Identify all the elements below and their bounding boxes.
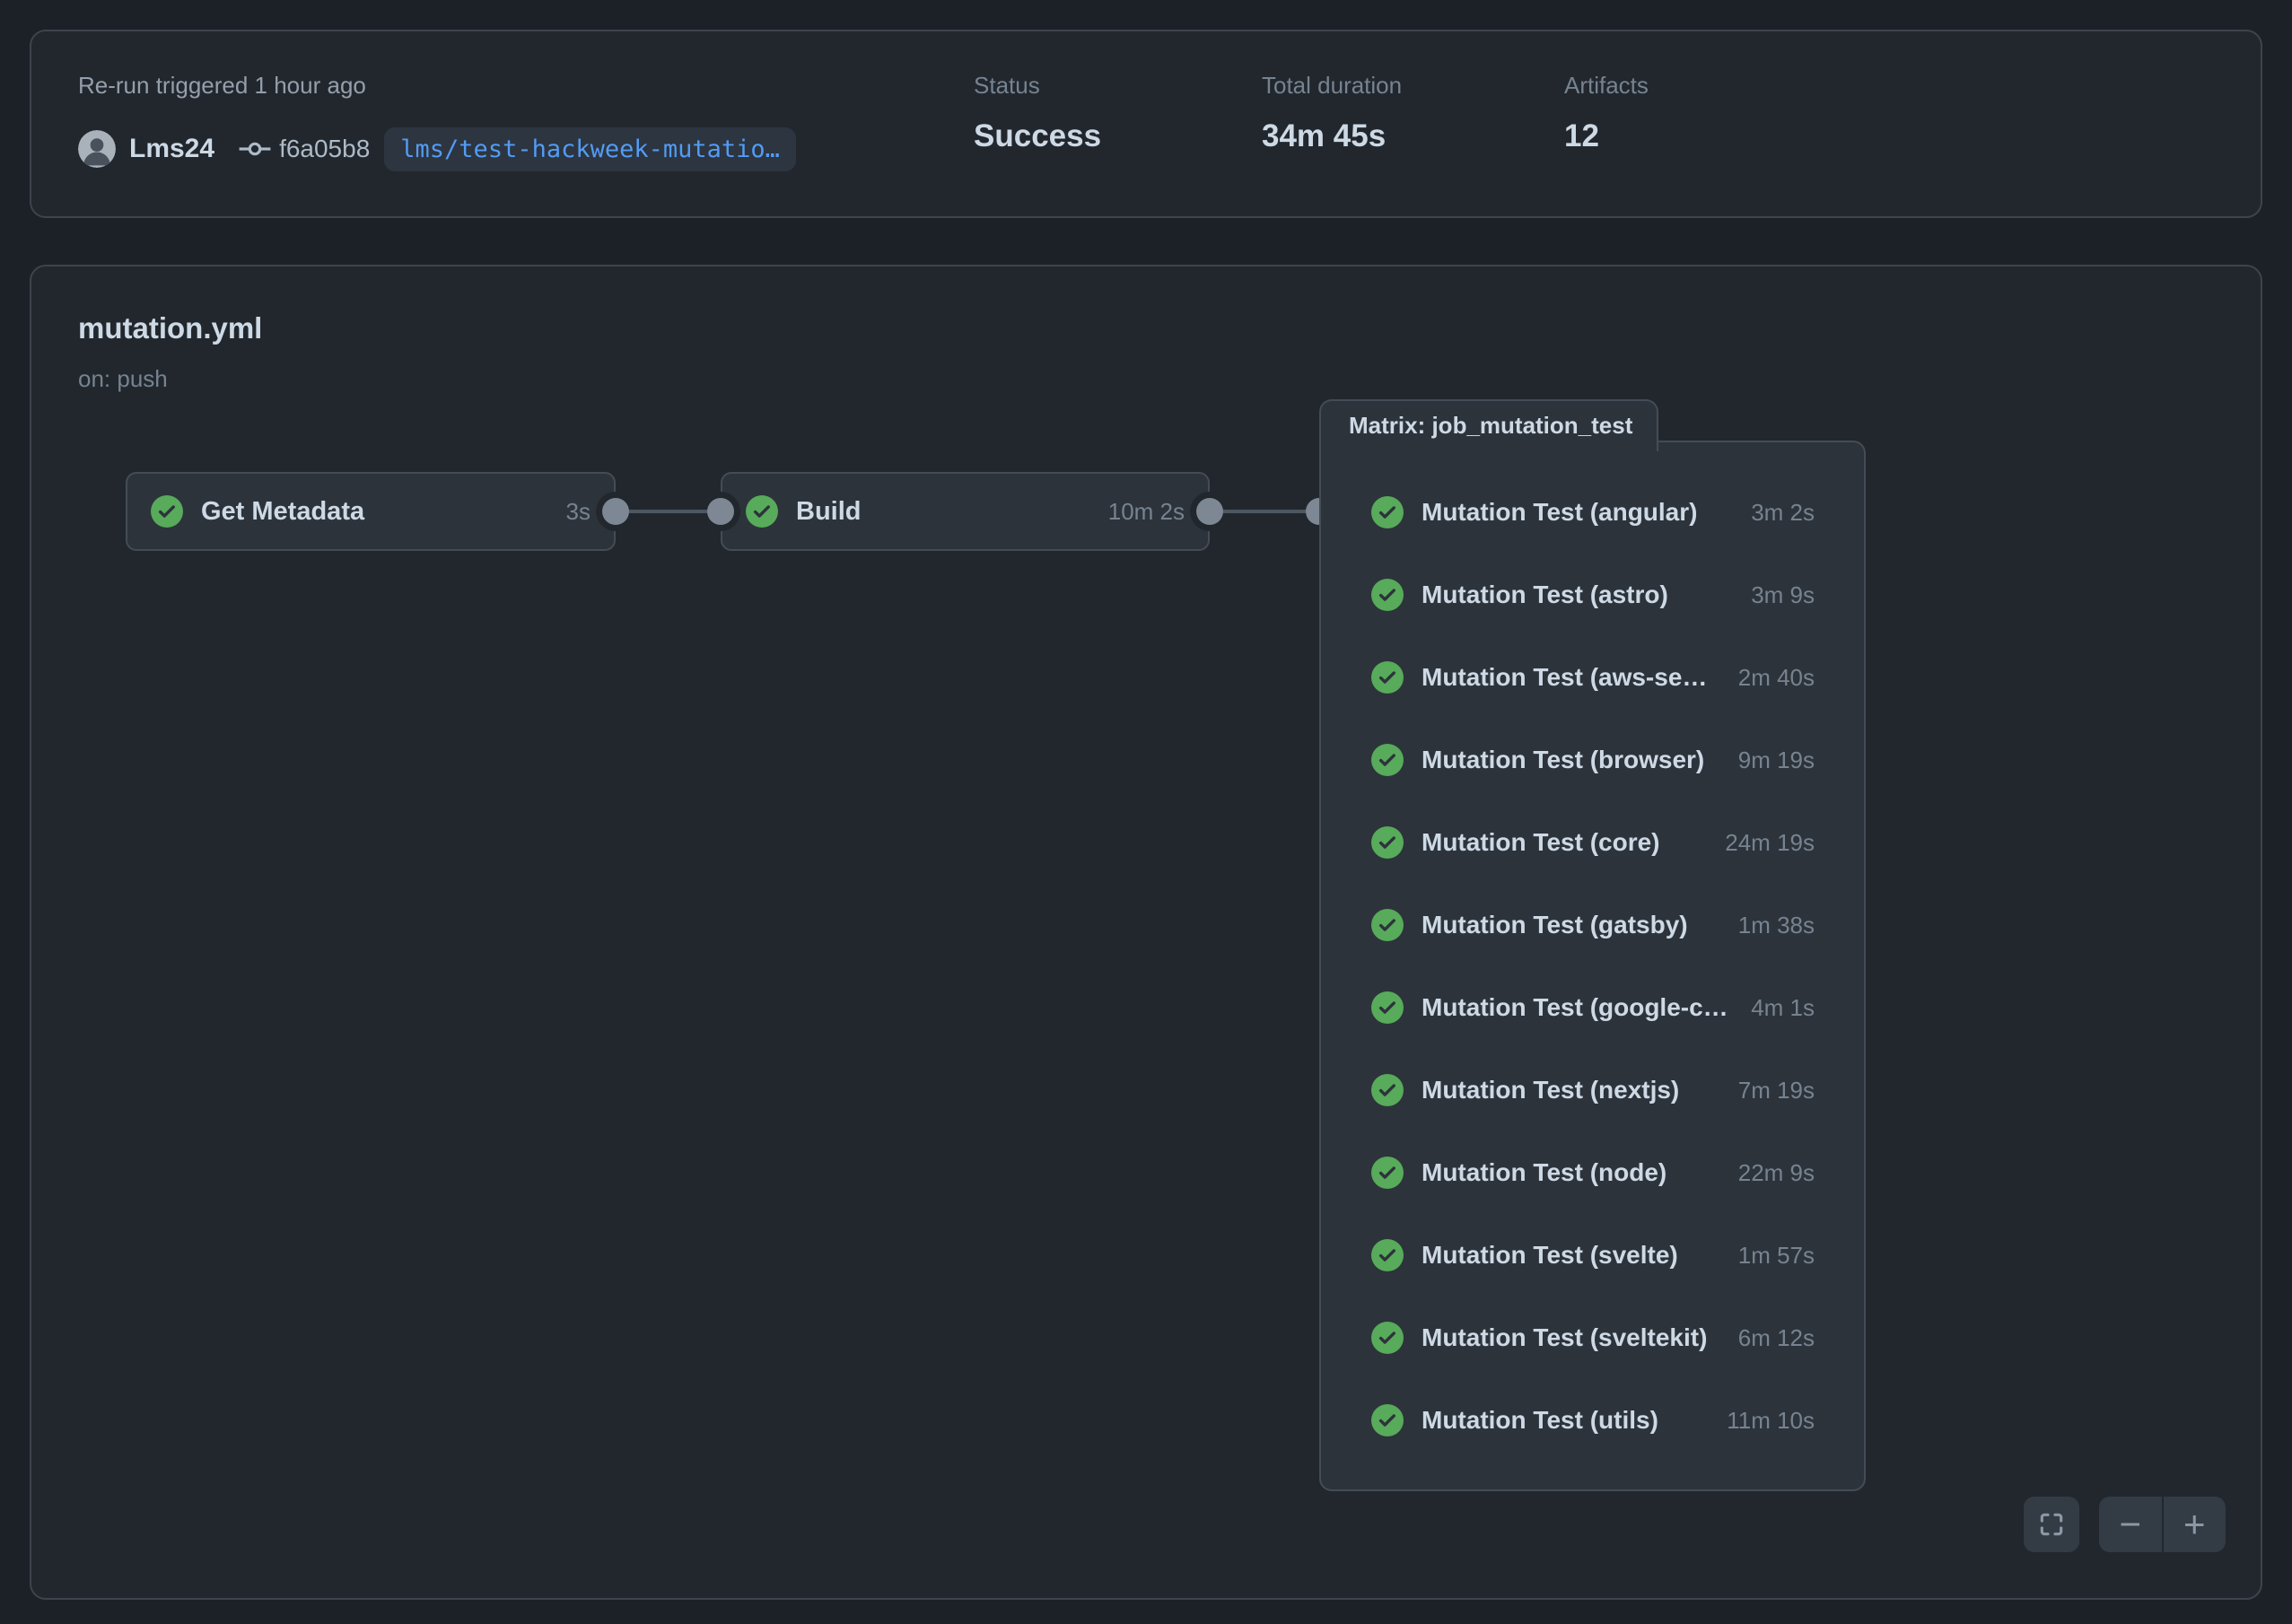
branch-label[interactable]: lms/test-hackweek-mutatio… bbox=[384, 127, 796, 171]
actor-login[interactable]: Lms24 bbox=[129, 134, 214, 164]
actor-avatar[interactable] bbox=[78, 130, 116, 168]
job-node-build[interactable]: Build 10m 2s bbox=[721, 472, 1210, 551]
check-circle-icon bbox=[1371, 744, 1404, 776]
zoom-out-button[interactable]: − bbox=[2099, 1497, 2164, 1552]
matrix-job-name: Mutation Test (node) bbox=[1422, 1158, 1667, 1187]
connector-port bbox=[707, 498, 734, 525]
check-circle-icon bbox=[1371, 579, 1404, 611]
matrix-job-name: Mutation Test (gatsby) bbox=[1422, 911, 1688, 939]
job-name: Build bbox=[796, 497, 862, 527]
check-circle-icon bbox=[1371, 991, 1404, 1024]
plus-icon: + bbox=[2183, 1506, 2206, 1543]
run-trigger-text: Re-run triggered 1 hour ago bbox=[78, 72, 366, 100]
job-duration: 10m 2s bbox=[1108, 498, 1185, 526]
check-circle-icon bbox=[1371, 1074, 1404, 1106]
stat-artifacts-value: 12 bbox=[1564, 118, 1599, 154]
stat-total-duration-label: Total duration bbox=[1262, 72, 1402, 100]
workflow-trigger: on: push bbox=[78, 365, 168, 393]
matrix-job-name: Mutation Test (angular) bbox=[1422, 498, 1697, 527]
job-name: Get Metadata bbox=[201, 497, 364, 527]
job-node-get-metadata[interactable]: Get Metadata 3s bbox=[126, 472, 616, 551]
zoom-controls: − + bbox=[2099, 1497, 2226, 1552]
matrix-job-row[interactable]: Mutation Test (astro) 3m 9s bbox=[1371, 554, 1815, 636]
check-circle-icon bbox=[1371, 1239, 1404, 1271]
matrix-job-row[interactable]: Mutation Test (svelte) 1m 57s bbox=[1371, 1214, 1815, 1297]
workflow-file-name: mutation.yml bbox=[78, 311, 262, 345]
check-circle-icon bbox=[1371, 661, 1404, 694]
matrix-job-row[interactable]: Mutation Test (google-c… 4m 1s bbox=[1371, 966, 1815, 1049]
matrix-group-label: Matrix: job_mutation_test bbox=[1349, 412, 1632, 440]
matrix-job-duration: 9m 19s bbox=[1726, 747, 1815, 774]
check-circle-icon bbox=[1371, 1404, 1404, 1436]
check-circle-icon bbox=[746, 495, 778, 528]
matrix-job-duration: 3m 9s bbox=[1738, 581, 1815, 609]
matrix-job-row[interactable]: Mutation Test (angular) 3m 2s bbox=[1371, 471, 1815, 554]
matrix-job-name: Mutation Test (astro) bbox=[1422, 581, 1668, 609]
matrix-job-name: Mutation Test (nextjs) bbox=[1422, 1076, 1679, 1104]
stat-total-duration-value: 34m 45s bbox=[1262, 118, 1386, 154]
matrix-job-name: Mutation Test (utils) bbox=[1422, 1406, 1658, 1435]
check-circle-icon bbox=[1371, 826, 1404, 859]
job-duration: 3s bbox=[566, 498, 590, 526]
minus-icon: − bbox=[2119, 1506, 2141, 1543]
matrix-job-row[interactable]: Mutation Test (utils) 11m 10s bbox=[1371, 1379, 1815, 1462]
matrix-job-row[interactable]: Mutation Test (browser) 9m 19s bbox=[1371, 719, 1815, 801]
connector-edge bbox=[616, 510, 721, 513]
connector-port bbox=[602, 498, 629, 525]
commit-sha-link[interactable]: f6a05b8 bbox=[279, 135, 370, 163]
matrix-group-tab: Matrix: job_mutation_test bbox=[1319, 399, 1658, 451]
stat-artifacts-label: Artifacts bbox=[1564, 72, 1649, 100]
connector-edge bbox=[1210, 510, 1319, 513]
stat-status-value: Success bbox=[974, 118, 1101, 154]
matrix-jobs-panel: Mutation Test (angular) 3m 2s Mutation T… bbox=[1319, 441, 1866, 1491]
matrix-job-name: Mutation Test (aws-se… bbox=[1422, 663, 1707, 692]
check-circle-icon bbox=[151, 495, 183, 528]
matrix-job-duration: 2m 40s bbox=[1726, 664, 1815, 692]
matrix-job-row[interactable]: Mutation Test (sveltekit) 6m 12s bbox=[1371, 1297, 1815, 1379]
matrix-job-duration: 3m 2s bbox=[1738, 499, 1815, 527]
matrix-job-name: Mutation Test (browser) bbox=[1422, 746, 1704, 774]
matrix-job-duration: 7m 19s bbox=[1726, 1077, 1815, 1104]
matrix-job-duration: 6m 12s bbox=[1726, 1324, 1815, 1352]
matrix-job-duration: 1m 57s bbox=[1726, 1242, 1815, 1270]
zoom-in-button[interactable]: + bbox=[2164, 1497, 2226, 1552]
check-circle-icon bbox=[1371, 1322, 1404, 1354]
matrix-job-duration: 24m 19s bbox=[1712, 829, 1815, 857]
check-circle-icon bbox=[1371, 496, 1404, 528]
stat-status-label: Status bbox=[974, 72, 1040, 100]
matrix-job-row[interactable]: Mutation Test (nextjs) 7m 19s bbox=[1371, 1049, 1815, 1131]
matrix-job-row[interactable]: Mutation Test (gatsby) 1m 38s bbox=[1371, 884, 1815, 966]
matrix-job-duration: 22m 9s bbox=[1726, 1159, 1815, 1187]
matrix-job-name: Mutation Test (svelte) bbox=[1422, 1241, 1678, 1270]
fullscreen-button[interactable] bbox=[2024, 1497, 2079, 1552]
matrix-job-name: Mutation Test (google-c… bbox=[1422, 993, 1728, 1022]
matrix-job-duration: 1m 38s bbox=[1726, 912, 1815, 939]
run-summary-bar: Re-run triggered 1 hour ago Lms24 f6a05b… bbox=[30, 30, 2262, 218]
fullscreen-icon bbox=[2037, 1510, 2066, 1539]
check-circle-icon bbox=[1371, 1157, 1404, 1189]
matrix-job-name: Mutation Test (sveltekit) bbox=[1422, 1323, 1707, 1352]
matrix-job-duration: 11m 10s bbox=[1714, 1407, 1815, 1435]
git-commit-icon bbox=[238, 132, 272, 166]
matrix-job-row[interactable]: Mutation Test (core) 24m 19s bbox=[1371, 801, 1815, 884]
commit-info-row: Lms24 f6a05b8 lms/test-hackweek-mutatio… bbox=[78, 127, 796, 171]
connector-port bbox=[1196, 498, 1223, 525]
check-circle-icon bbox=[1371, 909, 1404, 941]
workflow-graph-panel: mutation.yml on: push Get Metadata 3s Bu… bbox=[30, 265, 2262, 1600]
matrix-job-row[interactable]: Mutation Test (node) 22m 9s bbox=[1371, 1131, 1815, 1214]
matrix-job-duration: 4m 1s bbox=[1738, 994, 1815, 1022]
matrix-job-row[interactable]: Mutation Test (aws-se… 2m 40s bbox=[1371, 636, 1815, 719]
matrix-job-name: Mutation Test (core) bbox=[1422, 828, 1659, 857]
